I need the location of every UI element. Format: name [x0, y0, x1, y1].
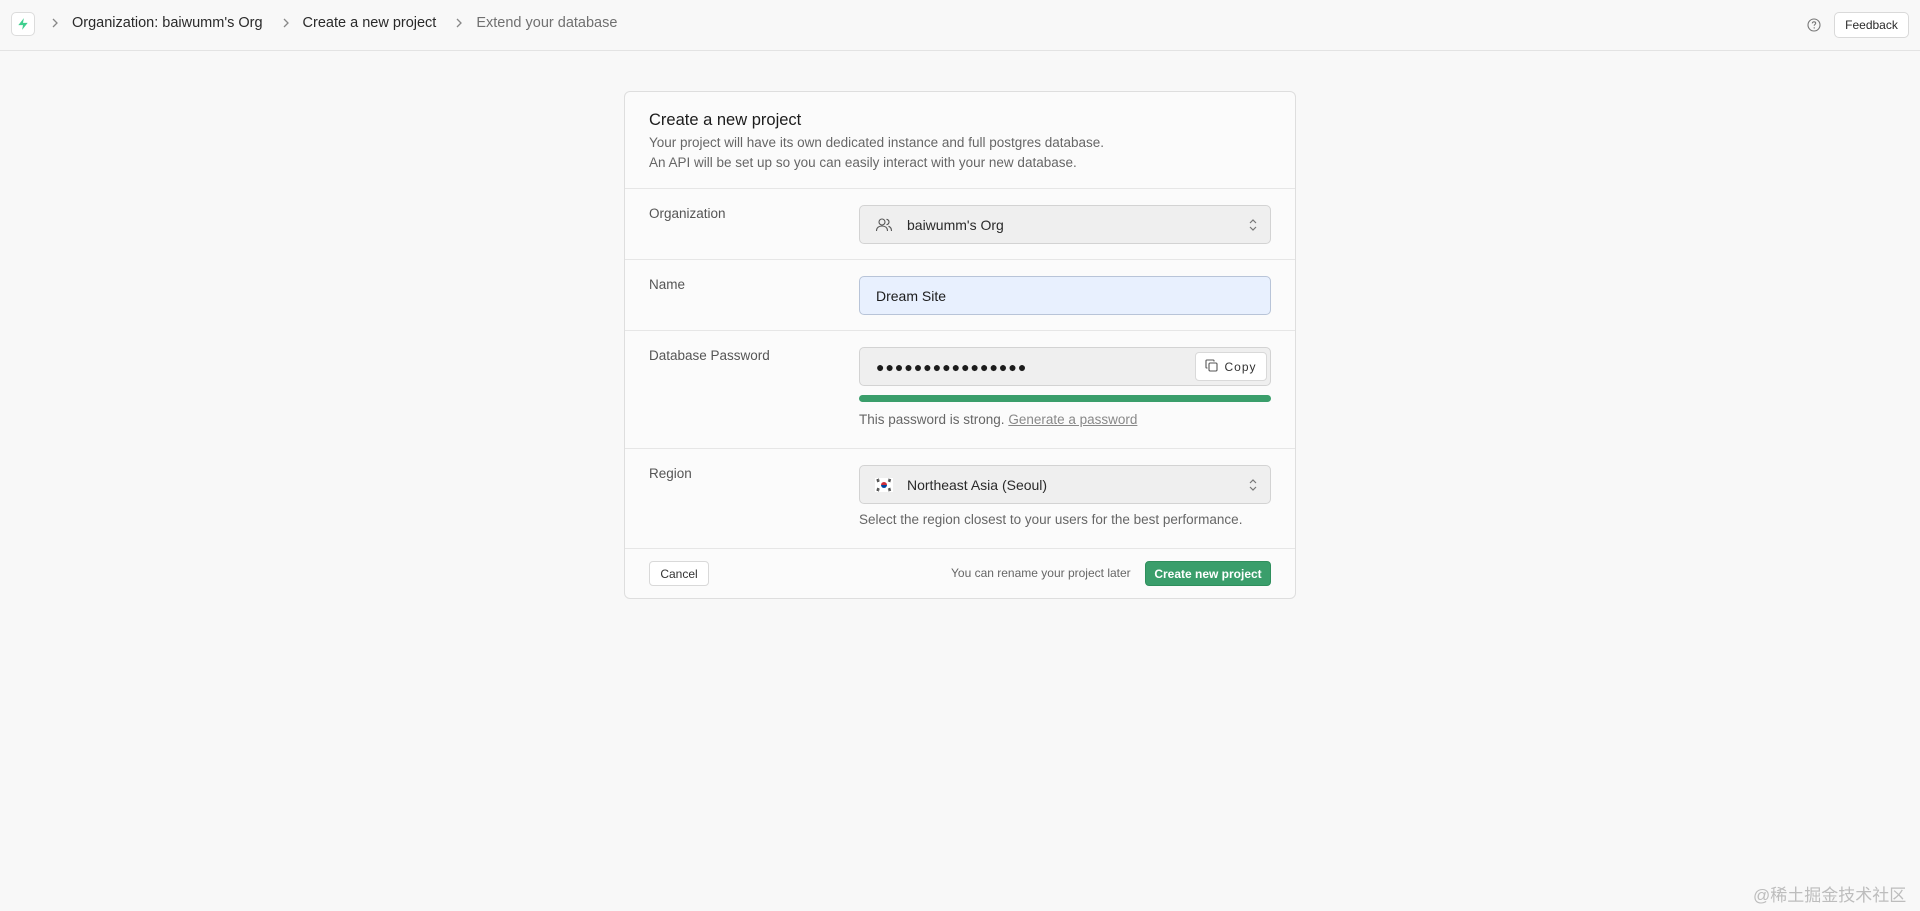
- breadcrumb-create-project[interactable]: Create a new project: [303, 15, 437, 31]
- database-password-input[interactable]: ●●●●●●●●●●●●●●●● Copy: [859, 347, 1271, 386]
- password-strength-text: This password is strong.: [859, 412, 1005, 427]
- feedback-button[interactable]: Feedback: [1834, 12, 1909, 38]
- organization-label: Organization: [649, 206, 726, 221]
- database-password-label: Database Password: [649, 348, 770, 363]
- region-row: Region Northeast Asia (Seoul) Select the…: [625, 449, 1295, 549]
- create-project-card: Create a new project Your project will h…: [624, 91, 1296, 599]
- help-circle-icon[interactable]: [1806, 17, 1821, 32]
- name-row: Name Dream Site: [625, 260, 1295, 331]
- name-label: Name: [649, 277, 686, 292]
- create-new-project-button[interactable]: Create new project: [1145, 561, 1271, 586]
- card-title: Create a new project: [649, 111, 802, 129]
- description-line-2: An API will be set up so you can easily …: [649, 155, 1077, 170]
- copy-password-button[interactable]: Copy: [1195, 352, 1267, 381]
- region-label: Region: [649, 466, 692, 481]
- region-helper-text: Select the region closest to your users …: [859, 512, 1243, 527]
- region-select-value: Northeast Asia (Seoul): [907, 476, 1048, 493]
- copy-icon: [1205, 358, 1219, 375]
- database-password-row: Database Password ●●●●●●●●●●●●●●●● Copy …: [625, 331, 1295, 449]
- breadcrumb: Organization: baiwumm's Org Create a new…: [46, 14, 631, 32]
- watermark-text: @稀土掘金技术社区: [1753, 886, 1907, 905]
- breadcrumb-extend-database[interactable]: Extend your database: [476, 15, 617, 31]
- rename-note: You can rename your project later: [951, 566, 1131, 580]
- chevron-right-icon: [277, 14, 295, 32]
- organization-row: Organization baiwumm's Org: [625, 189, 1295, 260]
- chevron-up-down-icon: [1248, 217, 1258, 233]
- password-strength-bar: [859, 395, 1271, 402]
- card-description: Your project will have its own dedicated…: [649, 133, 1104, 173]
- supabase-logo-icon[interactable]: [11, 12, 35, 36]
- chevron-right-icon: [46, 14, 64, 32]
- project-name-input[interactable]: Dream Site: [859, 276, 1271, 315]
- cancel-button[interactable]: Cancel: [649, 561, 709, 586]
- card-header: Create a new project Your project will h…: [625, 92, 1295, 189]
- copy-button-label: Copy: [1224, 359, 1257, 374]
- south-korea-flag-icon: [875, 476, 893, 494]
- chevron-up-down-icon: [1248, 477, 1258, 493]
- users-icon: [875, 216, 893, 234]
- top-navigation-bar: Organization: baiwumm's Org Create a new…: [0, 0, 1920, 51]
- chevron-right-icon: [450, 14, 468, 32]
- organization-select[interactable]: baiwumm's Org: [859, 205, 1271, 244]
- region-select[interactable]: Northeast Asia (Seoul): [859, 465, 1271, 504]
- description-line-1: Your project will have its own dedicated…: [649, 135, 1105, 150]
- card-footer: Cancel You can rename your project later…: [625, 549, 1295, 598]
- organization-select-value: baiwumm's Org: [907, 216, 1004, 233]
- password-masked-value: ●●●●●●●●●●●●●●●●: [876, 358, 1028, 375]
- password-strength-helper: This password is strong. Generate a pass…: [859, 412, 1137, 427]
- breadcrumb-organization[interactable]: Organization: baiwumm's Org: [72, 15, 263, 31]
- generate-password-link[interactable]: Generate a password: [1008, 412, 1137, 427]
